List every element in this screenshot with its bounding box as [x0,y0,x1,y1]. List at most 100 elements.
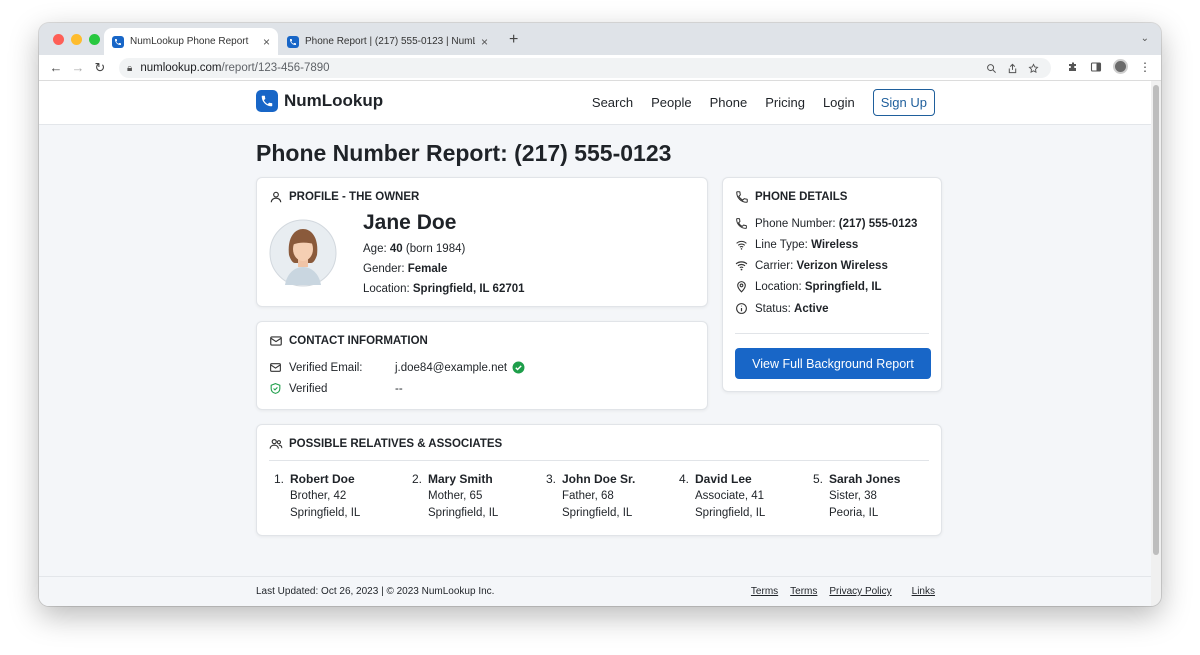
relative-name: Robert Doe [290,472,355,486]
relatives-heading: POSSIBLE RELATIVES & ASSOCIATES [269,437,502,451]
signup-button[interactable]: Sign Up [872,89,935,116]
wifi-icon [735,261,748,271]
nav-search[interactable]: Search [592,95,633,110]
tab-numlookup-phone-report[interactable]: NumLookup Phone Report × [104,28,278,55]
maximize-window-button[interactable] [89,34,100,45]
lock-icon: 🔒︎ [127,62,133,74]
verified-check-icon [512,361,525,374]
relative-item[interactable]: 4. David Lee Associate, 41 Springfield, … [679,471,809,522]
page-viewport: NumLookup Search People Phone Pricing Lo… [39,81,1151,606]
share-icon[interactable] [1007,63,1018,74]
profile-card: PROFILE - THE OWNER Jane Doe Age: 40 (bo… [256,177,708,307]
phone-favicon-icon [112,35,124,48]
relative-relation: Brother, 42 [290,490,347,502]
phone-number-row: Phone Number: (217) 555-0123 [735,217,917,230]
relative-number: 5. [813,472,824,486]
relative-number: 3. [546,472,557,486]
footer-link-terms[interactable]: Terms [751,586,778,597]
page-title: Phone Number Report: (217) 555-0123 [256,140,672,166]
brand-logo-link[interactable]: NumLookup [256,90,383,112]
owner-location: Location: Springfield, IL 62701 [363,283,525,295]
nav-login[interactable]: Login [823,95,855,110]
back-arrow-icon[interactable]: ← [45,60,67,75]
relative-name: Sarah Jones [829,472,901,486]
main-nav: Search People Phone Pricing Login Sign U… [574,89,935,116]
address-bar-actions [986,63,1039,74]
tab-title: NumLookup Phone Report [130,36,249,47]
contact-heading-text: CONTACT INFORMATION [289,335,428,347]
profile-avatar[interactable] [1113,59,1128,74]
relative-name: Mary Smith [428,472,493,486]
side-panel-icon[interactable] [1090,61,1102,73]
phone-icon [736,191,748,203]
extensions-puzzle-icon[interactable] [1067,61,1079,73]
user-icon [270,191,282,203]
phone-number-value: (217) 555-0123 [838,217,918,230]
verified-email-row: Verified Email: j.doe84@example.net [269,361,525,374]
footer-text: Last Updated: Oct 26, 2023 | © 2023 NumL… [256,586,495,597]
footer-link-privacy-policy[interactable]: Privacy Policy [829,586,891,597]
relative-item[interactable]: 3. John Doe Sr. Father, 68 Springfield, … [546,471,676,522]
relative-city: Springfield, IL [428,507,499,519]
verified-value: -- [395,382,403,395]
signal-icon [736,240,747,250]
phone-details-heading-text: PHONE DETAILS [755,191,848,203]
window-controls [53,34,100,45]
reload-icon[interactable]: ↻ [89,60,111,76]
footer-link-terms-2[interactable]: Terms [790,586,817,597]
relative-name: David Lee [695,472,752,486]
divider [269,460,929,461]
users-icon [269,439,283,449]
tab-phone-report[interactable]: Phone Report | (217) 555-0123 | NumLooku… [279,28,496,55]
forward-arrow-icon[interactable]: → [67,60,89,75]
profile-info: Jane Doe Age: 40 (born 1984) Gender: Fem… [363,211,525,299]
browser-menu-icon[interactable]: ⋮ [1139,60,1151,74]
tab-strip: NumLookup Phone Report × Phone Report | … [39,23,1161,55]
location-pin-icon [737,281,746,293]
info-icon [736,303,747,314]
owner-gender: Gender: Female [363,263,448,275]
scrollbar-thumb[interactable] [1153,85,1159,555]
tab-close-icon[interactable]: × [481,35,488,49]
relative-name: John Doe Sr. [562,472,636,486]
relative-number: 4. [679,472,690,486]
footer-links: Terms Terms Privacy Policy Links [739,586,935,597]
phone-location-row: Location: Springfield, IL [735,280,882,293]
nav-pricing[interactable]: Pricing [765,95,805,110]
relative-number: 2. [412,472,423,486]
zoom-icon[interactable] [986,63,997,74]
carrier-row: Carrier: Verizon Wireless [735,259,888,272]
relative-relation: Father, 68 [562,490,614,502]
toolbar-right: ⋮ [1067,59,1151,74]
status-row: Status: Active [735,302,829,315]
relative-city: Springfield, IL [562,507,633,519]
new-tab-button[interactable]: + [509,31,518,49]
relative-city: Springfield, IL [290,507,361,519]
verified-row: Verified -- [269,382,403,395]
bookmark-star-icon[interactable] [1028,63,1039,74]
shield-check-icon [270,383,281,394]
minimize-window-button[interactable] [71,34,82,45]
view-full-report-button[interactable]: View Full Background Report [735,348,931,379]
nav-phone[interactable]: Phone [710,95,748,110]
nav-people[interactable]: People [651,95,691,110]
tab-search-chevron-icon[interactable]: ⌄ [1141,33,1149,44]
owner-age: Age: 40 (born 1984) [363,243,466,255]
relative-relation: Mother, 65 [428,490,483,502]
relative-item[interactable]: 2. Mary Smith Mother, 65 Springfield, IL [412,471,542,522]
status-value: Active [794,302,829,315]
phone-favicon-icon [287,35,299,48]
verified-label: Verified [289,382,328,395]
relative-item[interactable]: 5. Sarah Jones Sister, 38 Peoria, IL [813,471,943,522]
profile-avatar-icon [269,219,337,287]
page-scrollbar[interactable] [1151,81,1161,606]
carrier-value: Verizon Wireless [796,259,888,272]
line-type-value: Wireless [811,238,859,251]
close-window-button[interactable] [53,34,64,45]
relative-item[interactable]: 1. Robert Doe Brother, 42 Springfield, I… [274,471,404,522]
tab-close-icon[interactable]: × [263,35,270,49]
phone-details-heading: PHONE DETAILS [735,190,847,204]
footer-link-links[interactable]: Links [912,586,935,597]
address-bar[interactable]: 🔒︎ numlookup.com/report/123-456-7890 [119,58,1051,78]
email-value[interactable]: j.doe84@example.net [395,362,507,374]
